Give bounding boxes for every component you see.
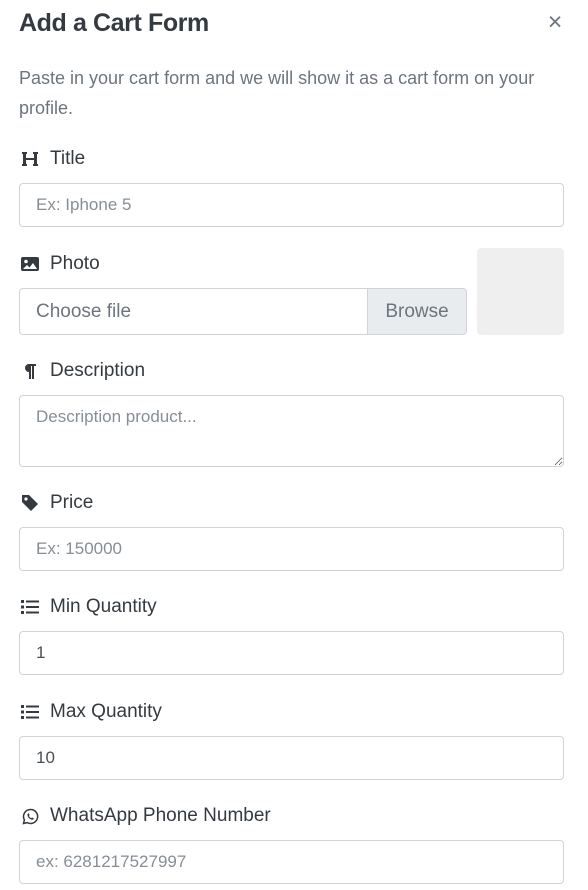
title-label: Title [19, 146, 85, 172]
photo-label: Photo [19, 251, 100, 277]
description-textarea[interactable] [19, 395, 564, 467]
min-quantity-label-text: Min Quantity [50, 596, 157, 617]
paragraph-icon [19, 361, 41, 381]
photo-label-text: Photo [50, 253, 100, 274]
description-label-text: Description [50, 360, 146, 381]
whatsapp-label: WhatsApp Phone Number [19, 803, 271, 829]
photo-preview [477, 248, 564, 335]
whatsapp-label-text: WhatsApp Phone Number [50, 805, 271, 826]
price-label-text: Price [50, 492, 94, 513]
price-label: Price [19, 490, 93, 516]
close-icon[interactable]: × [544, 10, 566, 35]
tag-icon [19, 493, 41, 513]
modal-title: Add a Cart Form [19, 9, 209, 37]
photo-file-input[interactable]: Choose file Browse [19, 288, 467, 335]
max-quantity-label-text: Max Quantity [50, 701, 162, 722]
min-quantity-input[interactable] [19, 631, 564, 675]
price-input[interactable] [19, 527, 564, 571]
max-quantity-input[interactable] [19, 736, 564, 780]
whatsapp-icon [19, 806, 41, 826]
browse-button[interactable]: Browse [367, 289, 466, 334]
title-label-text: Title [50, 148, 86, 169]
whatsapp-input[interactable] [19, 840, 564, 884]
list-icon [19, 597, 41, 617]
image-icon [19, 254, 41, 274]
add-cart-form-modal: Add a Cart Form × Paste in your cart for… [0, 0, 588, 890]
list-icon [19, 702, 41, 722]
modal-description: Paste in your cart form and we will show… [19, 68, 535, 118]
min-quantity-label: Min Quantity [19, 594, 157, 620]
title-input[interactable] [19, 183, 564, 227]
file-name-text: Choose file [36, 300, 132, 322]
heading-icon [19, 149, 41, 169]
max-quantity-label: Max Quantity [19, 699, 162, 725]
description-label: Description [19, 358, 145, 384]
